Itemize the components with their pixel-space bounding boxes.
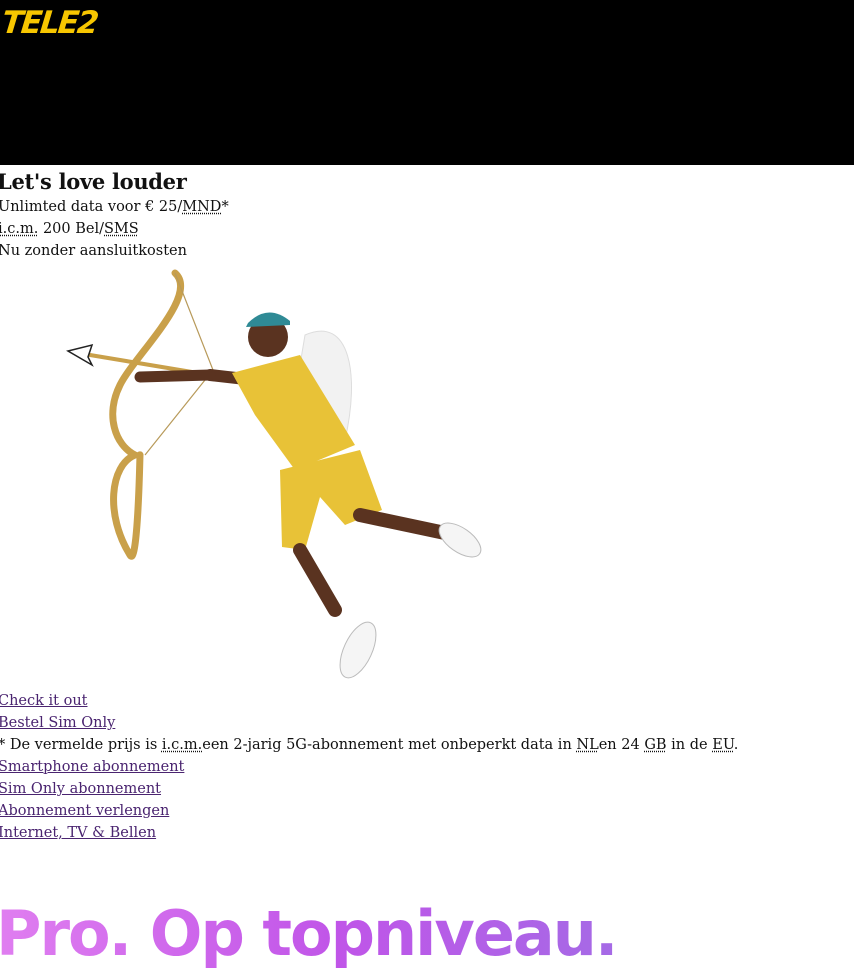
offer-line-1: Unlimted data voor € 25/MND* <box>0 196 854 218</box>
offer-bel: 200 Bel/ <box>38 221 104 237</box>
footnote-middle3: in de <box>667 737 713 753</box>
bestel-sim-only-link[interactable]: Bestel Sim Only <box>0 712 738 734</box>
price-footnote: * De vermelde prijs is i.c.m.een 2-jarig… <box>0 734 738 756</box>
abbr-icm-footnote: i.c.m. <box>162 737 202 753</box>
hero-title: Let's love louder <box>0 168 854 196</box>
abbr-sms: SMS <box>104 221 139 237</box>
offer-line-3: Nu zonder aansluitkosten <box>0 240 854 262</box>
hero-banner: TELE2 <box>0 0 854 165</box>
hero-text: Let's love louder Unlimted data voor € 2… <box>0 168 854 262</box>
abbr-mnd: MND <box>182 199 221 215</box>
nav-link-smartphone-abonnement[interactable]: Smartphone abonnement <box>0 756 738 778</box>
offer-price: Unlimted data voor € 25/ <box>0 199 182 215</box>
abbr-gb: GB <box>644 737 666 753</box>
footnote-middle2: en 24 <box>599 737 645 753</box>
footnote-suffix: . <box>734 737 739 753</box>
cupid-illustration <box>60 265 500 690</box>
footnote-middle: een 2-jarig 5G-abonnement met onbeperkt … <box>202 737 576 753</box>
nav-link-sim-only-abonnement[interactable]: Sim Only abonnement <box>0 778 738 800</box>
link-list: Check it out Bestel Sim Only * De vermel… <box>0 690 738 844</box>
nav-link-abonnement-verlengen[interactable]: Abonnement verlengen <box>0 800 738 822</box>
nav-link-internet-tv-bellen[interactable]: Internet, TV & Bellen <box>0 822 738 844</box>
footnote-prefix: * De vermelde prijs is <box>0 737 162 753</box>
offer-line-2: i.c.m. 200 Bel/SMS <box>0 218 854 240</box>
abbr-icm: i.c.m. <box>0 221 38 237</box>
promo-headline: Pro. Op topniveau. <box>0 898 616 970</box>
tele2-logo[interactable]: TELE2 <box>0 5 99 41</box>
abbr-nl: NL <box>576 737 598 753</box>
check-it-out-link[interactable]: Check it out <box>0 690 738 712</box>
abbr-eu: EU <box>712 737 733 753</box>
offer-asterisk: * <box>221 199 228 215</box>
